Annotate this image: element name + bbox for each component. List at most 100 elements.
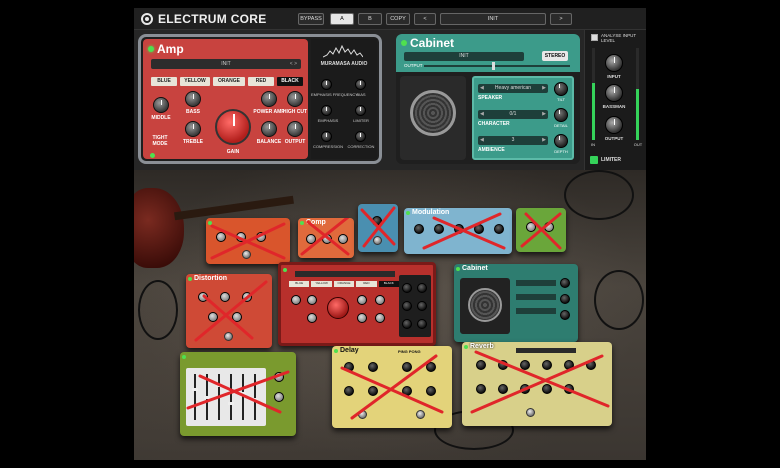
copy-button[interactable]: COPY: [386, 13, 410, 25]
correction-label: CORRECTION: [347, 144, 375, 149]
pedal-knob: [306, 234, 316, 244]
amp-limiter-knob[interactable]: [355, 105, 366, 116]
ambience-prev-icon[interactable]: ◀: [480, 136, 484, 145]
tight-mode-toggle[interactable]: [150, 153, 155, 158]
treble-knob[interactable]: [185, 121, 201, 137]
amp-color-orange[interactable]: ORANGE: [213, 77, 245, 86]
analyse-input-checkbox[interactable]: [591, 34, 598, 41]
amp-limiter-label: LIMITER: [353, 118, 369, 123]
green-small-pedal: [516, 208, 566, 252]
amp-preset-arrows[interactable]: < >: [290, 59, 297, 69]
bassman-knob[interactable]: [605, 84, 623, 102]
middle-knob[interactable]: [153, 97, 169, 113]
cabinet-pedal-speaker: [460, 278, 510, 334]
eq-pedal: [180, 352, 296, 436]
high-cut-knob[interactable]: [287, 91, 303, 107]
eq-slider: [194, 374, 196, 420]
amp-preset-selector[interactable]: INIT < >: [151, 59, 301, 69]
io-output-label: OUTPUT: [604, 136, 624, 141]
character-prev-icon[interactable]: ◀: [480, 110, 484, 119]
bias-knob[interactable]: [355, 79, 366, 90]
pedal-knob: [307, 295, 317, 305]
preset-prev-button[interactable]: <: [414, 13, 436, 25]
pedalboard-photo: Comp Modulation Distortion BLUE YELLOW O…: [134, 170, 646, 460]
amp-color-yellow[interactable]: YELLOW: [180, 77, 210, 86]
depth-label: DEPTH: [554, 149, 568, 154]
detail-knob[interactable]: [554, 108, 568, 122]
cabinet-power-led[interactable]: [401, 40, 407, 46]
pedal-knob: [454, 224, 464, 234]
pedal-led: [300, 221, 304, 225]
bypass-button[interactable]: BYPASS: [298, 13, 324, 25]
output-knob[interactable]: [287, 121, 303, 137]
ambience-label: AMBIENCE: [478, 147, 505, 153]
preset-next-button[interactable]: >: [550, 13, 572, 25]
amp-color-blue[interactable]: BLUE: [151, 77, 177, 86]
plugin-panel: Amp INIT < > BLUE YELLOW ORANGE RED BLAC…: [134, 30, 646, 170]
pedal-knob: [560, 310, 570, 320]
pedal-knob: [232, 312, 242, 322]
bass-knob[interactable]: [185, 91, 201, 107]
cabinet-output-label: OUTPUT: [404, 63, 423, 68]
emphasis-frequency-knob[interactable]: [321, 79, 332, 90]
middle-label: MIDDLE: [151, 115, 171, 121]
cabinet-preset-selector[interactable]: INIT: [404, 52, 524, 61]
eq-slider-cap: [240, 392, 246, 395]
character-selector[interactable]: ◀ 0/1 ▶: [478, 110, 548, 119]
cabinet-output-slider[interactable]: [424, 65, 570, 67]
amp-color-black[interactable]: BLACK: [277, 77, 303, 86]
speaker-prev-icon[interactable]: ◀: [480, 84, 484, 93]
ambience-next-icon[interactable]: ▶: [542, 136, 546, 145]
speaker-display: [400, 76, 466, 160]
pedal-led: [334, 349, 338, 353]
pedal-footswitch: [416, 410, 425, 419]
logo-icon: [141, 13, 153, 25]
bass-label: BASS: [186, 109, 200, 115]
amp-color-red[interactable]: RED: [248, 77, 274, 86]
correction-knob[interactable]: [355, 131, 366, 142]
pedal-knob: [402, 301, 412, 311]
preset-b-button[interactable]: B: [358, 13, 382, 25]
pedal-footswitch: [358, 410, 367, 419]
brand-text: MURAMASA AUDIO: [320, 61, 368, 67]
stereo-button[interactable]: STEREO: [542, 51, 568, 61]
power-amp-knob[interactable]: [261, 91, 277, 107]
ambience-selector[interactable]: ◀ 3 ▶: [478, 136, 548, 145]
reverb-pedal-display: [516, 348, 576, 353]
treble-label: TREBLE: [183, 139, 203, 145]
pedal-led: [406, 211, 410, 215]
amp-pedal-side-panel: [399, 275, 431, 337]
eq-slider: [242, 374, 244, 420]
cabinet-output-slider-thumb[interactable]: [492, 62, 495, 70]
analyse-input-label: ANALYSE INPUT LEVEL: [601, 33, 637, 43]
pedal-footswitch: [373, 236, 382, 245]
preset-a-button[interactable]: A: [330, 13, 354, 25]
speaker-selector[interactable]: ◀ Heavy american ▶: [478, 84, 548, 93]
speaker-next-icon[interactable]: ▶: [542, 84, 546, 93]
input-meter: [592, 48, 595, 140]
emphasis-knob[interactable]: [321, 105, 332, 116]
limiter-toggle[interactable]: [590, 156, 598, 164]
gain-knob[interactable]: [215, 109, 251, 145]
in-label: IN: [591, 142, 595, 147]
pedal-knob: [338, 234, 348, 244]
tight-mode-label: TIGHT MODE: [152, 135, 168, 147]
tilt-knob[interactable]: [554, 82, 568, 96]
pedal-knob: [357, 313, 367, 323]
preset-name-display[interactable]: INIT: [440, 13, 546, 25]
depth-knob[interactable]: [554, 134, 568, 148]
speaker-label: SPEAKER: [478, 95, 503, 101]
character-next-icon[interactable]: ▶: [542, 110, 546, 119]
emphasis-label: EMPHASIS: [317, 118, 339, 123]
pedal-knob: [542, 360, 552, 370]
balance-knob[interactable]: [261, 121, 277, 137]
compression-knob[interactable]: [321, 131, 332, 142]
speaker-cone-icon: [410, 90, 456, 136]
io-output-knob[interactable]: [605, 116, 623, 134]
pedal-knob: [375, 295, 385, 305]
amp-power-led[interactable]: [148, 46, 154, 52]
pedal-knob: [414, 224, 424, 234]
input-knob[interactable]: [605, 54, 623, 72]
pedal-knob: [476, 360, 486, 370]
amp-advanced-panel: MURAMASA AUDIO EMPHASIS FREQUENCY BIAS E…: [311, 39, 377, 159]
